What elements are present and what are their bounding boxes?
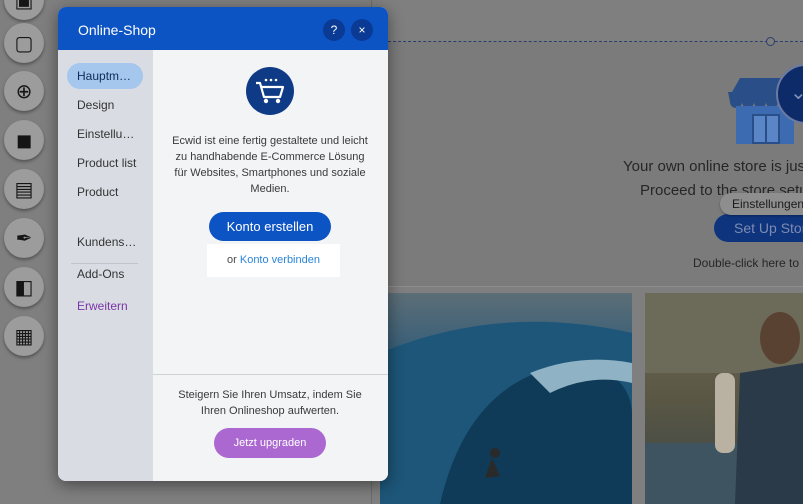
upgrade-footer: Steigern Sie Ihren Umsatz, indem Sie Ihr… xyxy=(153,374,388,481)
panel-content: Ecwid ist eine fertig gestaltete und lei… xyxy=(153,50,388,481)
settings-tooltip-button[interactable]: Einstellungen xyxy=(720,193,803,215)
panel-nav: Hauptm… Design Einstellu… Product list P… xyxy=(58,50,153,481)
add-tool-icon: ⊕ xyxy=(15,79,33,103)
double-click-hint: Double-click here to g xyxy=(693,256,803,270)
upgrade-button[interactable]: Jetzt upgraden xyxy=(214,428,326,458)
media-tool-button[interactable]: ▤ xyxy=(4,169,44,209)
man-photo[interactable] xyxy=(645,293,803,504)
strip-tool-icon: ▢ xyxy=(14,31,34,55)
pen-tool-button[interactable]: ✒ xyxy=(4,218,44,258)
nav-item-extend[interactable]: Erweitern xyxy=(67,293,143,319)
surf-photo[interactable] xyxy=(380,293,632,504)
nav-item-product[interactable]: Product xyxy=(67,179,143,205)
wave-image xyxy=(380,321,632,504)
connect-account-row: or Konto verbinden xyxy=(207,244,340,277)
close-icon: × xyxy=(358,23,366,37)
media-tool-icon: ▤ xyxy=(14,177,34,201)
frame-tool-button[interactable]: ▣ xyxy=(4,0,44,20)
nav-item-add-ons[interactable]: Add-Ons xyxy=(67,261,143,287)
nav-item-main[interactable]: Hauptm… xyxy=(67,63,143,89)
person-image xyxy=(645,293,803,504)
connect-account-link[interactable]: Konto verbinden xyxy=(240,254,320,266)
strip-tool-button[interactable]: ▢ xyxy=(4,23,44,63)
nav-item-settings[interactable]: Einstellu… xyxy=(67,121,143,147)
selection-outline xyxy=(388,41,803,42)
help-icon: ? xyxy=(330,23,338,37)
apps-tool-icon: ◼ xyxy=(15,128,33,152)
resize-handle[interactable] xyxy=(766,37,775,46)
upsell-text: Steigern Sie Ihren Umsatz, indem Sie Ihr… xyxy=(178,389,362,417)
ecwid-logo xyxy=(246,67,294,115)
help-button[interactable]: ? xyxy=(323,19,345,41)
frame-tool-icon: ▣ xyxy=(14,0,34,12)
bookings-tool-icon: ▦ xyxy=(14,324,34,348)
create-account-button[interactable]: Konto erstellen xyxy=(209,212,331,241)
bag-tool-icon: ◧ xyxy=(14,275,34,299)
set-up-store-button[interactable]: Set Up Store xyxy=(714,214,803,242)
store-headline: Your own online store is just xyxy=(623,158,803,175)
bag-tool-button[interactable]: ◧ xyxy=(4,267,44,307)
nav-item-product-list[interactable]: Product list xyxy=(67,150,143,176)
app-description: Ecwid ist eine fertig gestaltete und lei… xyxy=(172,135,368,195)
pen-tool-icon: ✒ xyxy=(15,226,33,250)
online-shop-panel: Online-Shop ? × Hauptm… Design Einstellu… xyxy=(58,7,388,481)
add-tool-button[interactable]: ⊕ xyxy=(4,71,44,111)
bookings-tool-button[interactable]: ▦ xyxy=(4,316,44,356)
cart-icon xyxy=(256,78,285,104)
panel-header[interactable]: Online-Shop ? × xyxy=(58,7,388,50)
apps-tool-button[interactable]: ◼ xyxy=(4,120,44,160)
section-divider xyxy=(380,286,803,287)
nav-item-customers[interactable]: Kundens… xyxy=(67,229,143,255)
tool-rail: ▣ ▢ ⊕ ◼ ▤ ✒ ◧ ▦ xyxy=(0,0,50,504)
chevron-down-icon: ⌄ xyxy=(790,82,803,104)
close-button[interactable]: × xyxy=(351,19,373,41)
panel-title: Online-Shop xyxy=(78,22,156,38)
connect-prefix: or xyxy=(227,254,237,266)
nav-item-design[interactable]: Design xyxy=(67,92,143,118)
